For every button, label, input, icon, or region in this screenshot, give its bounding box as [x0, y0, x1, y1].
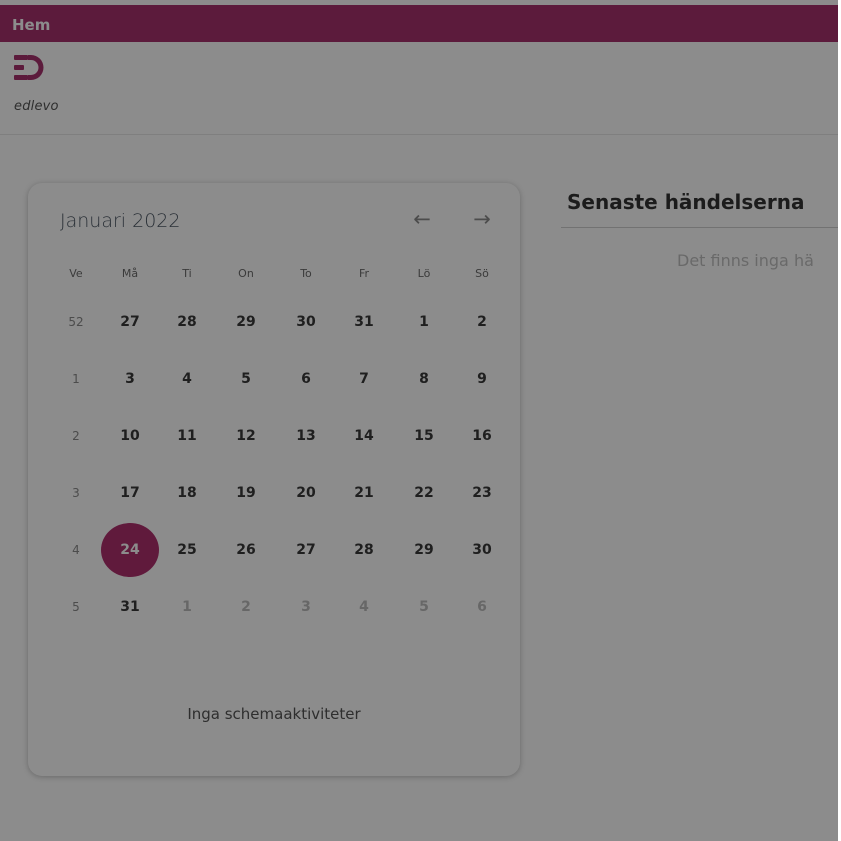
prev-month-button[interactable]: ← — [410, 207, 434, 231]
calendar-day[interactable]: 8 — [396, 365, 452, 393]
edlevo-logo-icon[interactable] — [14, 54, 44, 84]
calendar-day[interactable]: 17 — [102, 479, 158, 507]
page-title: Hem — [0, 5, 838, 42]
calendar-day[interactable]: 19 — [218, 479, 274, 507]
arrow-left-icon: ← — [413, 207, 431, 231]
calendar-day[interactable]: 10 — [102, 422, 158, 450]
app-header — [0, 42, 838, 135]
calendar-day[interactable]: 29 — [396, 536, 452, 564]
calendar-day[interactable]: 22 — [396, 479, 452, 507]
calendar-day[interactable]: 2 — [218, 593, 274, 621]
calendar-day[interactable]: 31 — [336, 308, 392, 336]
week-number: 1 — [72, 372, 80, 386]
weekday-header: Sö — [475, 267, 489, 280]
weekday-header: Fr — [358, 267, 370, 280]
events-title: Senaste händelserna — [567, 190, 805, 214]
week-number: 4 — [72, 543, 80, 557]
calendar-day[interactable]: 29 — [218, 308, 274, 336]
calendar-day[interactable]: 9 — [454, 365, 510, 393]
next-month-button[interactable]: → — [470, 207, 494, 231]
calendar-day[interactable]: 30 — [278, 308, 334, 336]
calendar-day[interactable]: 1 — [159, 593, 215, 621]
week-number: 5 — [72, 600, 80, 614]
logo-text: edlevo — [14, 99, 59, 114]
calendar-day[interactable]: 13 — [278, 422, 334, 450]
calendar-day[interactable]: 31 — [102, 593, 158, 621]
calendar-day[interactable]: 21 — [336, 479, 392, 507]
calendar-day[interactable]: 30 — [454, 536, 510, 564]
calendar-day[interactable]: 12 — [218, 422, 274, 450]
calendar-day[interactable]: 27 — [102, 308, 158, 336]
weekday-header: On — [238, 267, 254, 280]
calendar-day[interactable]: 4 — [159, 365, 215, 393]
calendar-day[interactable]: 7 — [336, 365, 392, 393]
calendar-day[interactable]: 3 — [278, 593, 334, 621]
calendar-day[interactable]: 28 — [159, 308, 215, 336]
calendar-day[interactable]: 5 — [218, 365, 274, 393]
calendar-day[interactable]: 4 — [336, 593, 392, 621]
weekday-header: Ve — [69, 267, 83, 280]
events-empty-message: Det finns inga hä — [677, 251, 814, 270]
week-number: 3 — [72, 486, 80, 500]
calendar-day[interactable]: 14 — [336, 422, 392, 450]
weekday-header: Må — [121, 267, 139, 280]
calendar-day[interactable]: 6 — [454, 593, 510, 621]
calendar-day[interactable]: 6 — [278, 365, 334, 393]
calendar-day[interactable]: 11 — [159, 422, 215, 450]
arrow-right-icon: → — [473, 207, 491, 231]
week-number: 52 — [68, 315, 84, 329]
calendar-day[interactable]: 2 — [454, 308, 510, 336]
calendar-day[interactable]: 15 — [396, 422, 452, 450]
weekday-header: To — [300, 267, 312, 280]
weekday-header: Ti — [182, 267, 192, 280]
calendar-day[interactable]: 25 — [159, 536, 215, 564]
calendar-day[interactable]: 18 — [159, 479, 215, 507]
calendar-day[interactable]: 27 — [278, 536, 334, 564]
calendar-day[interactable]: 1 — [396, 308, 452, 336]
calendar-day[interactable]: 28 — [336, 536, 392, 564]
app-viewport: Hem edlevo Januari 2022 ← → Ve Må Ti On To Fr… — [0, 0, 838, 841]
calendar-day[interactable]: 5 — [396, 593, 452, 621]
weekday-header: Lö — [417, 267, 431, 280]
calendar-empty-message: Inga schemaaktiviteter — [187, 705, 361, 723]
calendar-day[interactable]: 16 — [454, 422, 510, 450]
calendar-day[interactable]: 23 — [454, 479, 510, 507]
calendar-day[interactable]: 26 — [218, 536, 274, 564]
calendar-month-title: Januari 2022 — [60, 210, 181, 232]
calendar-day[interactable]: 3 — [102, 365, 158, 393]
calendar-day[interactable]: 20 — [278, 479, 334, 507]
week-number: 2 — [72, 429, 80, 443]
events-divider — [561, 227, 838, 228]
calendar-day-selected[interactable]: 24 — [102, 536, 158, 564]
